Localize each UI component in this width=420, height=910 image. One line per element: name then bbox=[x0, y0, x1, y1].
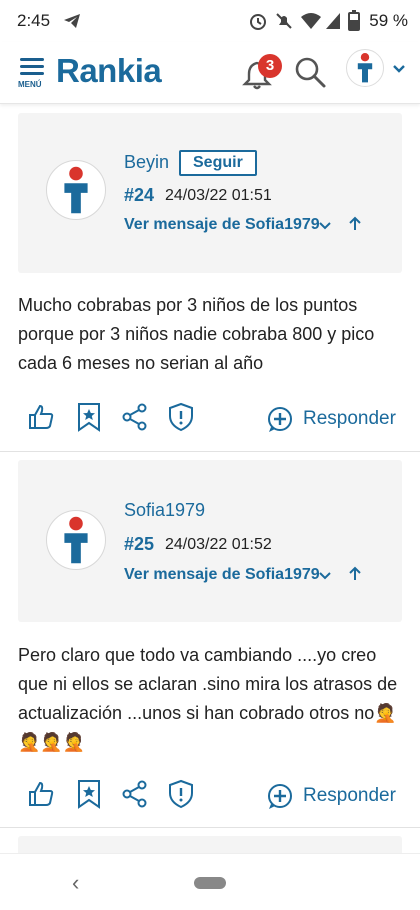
respond-button[interactable]: Responder bbox=[266, 403, 406, 435]
post-header-card: Sofia1979 #25 24/03/22 01:52 Ver mensaje… bbox=[18, 460, 402, 622]
notification-badge: 3 bbox=[258, 54, 282, 78]
search-icon[interactable] bbox=[292, 54, 328, 90]
post-username[interactable]: Beyin bbox=[124, 152, 169, 173]
share-icon[interactable] bbox=[120, 402, 150, 432]
post-divider bbox=[0, 827, 420, 828]
post-avatar[interactable] bbox=[46, 510, 106, 570]
add-reply-icon bbox=[268, 407, 292, 432]
post-message: Mucho cobrabas por 3 niños de los puntos… bbox=[18, 295, 375, 373]
share-icon[interactable] bbox=[120, 779, 150, 809]
menu-button[interactable]: MENÚ bbox=[16, 54, 50, 94]
report-shield-icon[interactable] bbox=[166, 402, 196, 432]
post-date: 24/03/22 01:52 bbox=[165, 536, 272, 553]
status-time: 2:45 bbox=[17, 11, 51, 30]
post-header-card: Beyin Seguir #24 24/03/22 01:51 Ver mens… bbox=[18, 113, 402, 273]
like-icon[interactable] bbox=[26, 402, 56, 432]
wifi-icon bbox=[301, 13, 321, 29]
post-number[interactable]: #24 bbox=[124, 185, 154, 206]
chevron-down-icon[interactable] bbox=[318, 220, 332, 232]
arrow-up-icon[interactable] bbox=[348, 566, 362, 582]
menu-bar bbox=[20, 65, 44, 68]
battery-percentage: 59 % bbox=[369, 11, 408, 30]
post-avatar[interactable] bbox=[46, 160, 106, 220]
bookmark-icon[interactable] bbox=[74, 779, 104, 809]
respond-label: Responder bbox=[303, 785, 396, 806]
post-number[interactable]: #25 bbox=[124, 534, 154, 555]
thread-content: Beyin Seguir #24 24/03/22 01:51 Ver mens… bbox=[0, 105, 420, 853]
like-icon[interactable] bbox=[26, 779, 56, 809]
arrow-up-icon[interactable] bbox=[348, 216, 362, 232]
post-header-card bbox=[18, 836, 402, 853]
post-date: 24/03/22 01:51 bbox=[165, 187, 272, 204]
bookmark-icon[interactable] bbox=[74, 402, 104, 432]
post-message: Pero claro que todo va cambiando ....yo … bbox=[18, 645, 398, 752]
user-figure-icon bbox=[64, 516, 88, 564]
home-pill[interactable] bbox=[194, 877, 226, 889]
view-reply-link[interactable]: Ver mensaje de Sofia1979 bbox=[124, 566, 320, 584]
respond-label: Responder bbox=[303, 408, 396, 429]
user-figure-icon bbox=[357, 53, 373, 83]
chevron-down-icon[interactable] bbox=[392, 64, 406, 74]
respond-button[interactable]: Responder bbox=[266, 780, 406, 812]
back-icon[interactable]: ‹ bbox=[72, 870, 79, 896]
add-reply-icon bbox=[268, 784, 292, 809]
menu-bar bbox=[20, 72, 44, 75]
battery-icon bbox=[348, 10, 360, 31]
mute-bell-icon bbox=[276, 13, 292, 29]
alarm-icon bbox=[250, 14, 266, 30]
system-nav-bar: ‹ bbox=[0, 853, 420, 910]
view-reply-link[interactable]: Ver mensaje de Sofia1979 bbox=[124, 216, 320, 234]
top-header: MENÚ Rankia 3 bbox=[0, 42, 420, 104]
notifications-button[interactable]: 3 bbox=[240, 54, 282, 94]
telegram-icon bbox=[64, 14, 80, 28]
menu-bar bbox=[20, 58, 44, 61]
menu-label: MENÚ bbox=[18, 80, 42, 89]
chevron-down-icon[interactable] bbox=[318, 570, 332, 582]
user-avatar[interactable] bbox=[346, 49, 384, 87]
status-bar: 2:45 59 % bbox=[0, 0, 420, 42]
user-figure-icon bbox=[64, 166, 88, 214]
post-divider bbox=[0, 451, 420, 452]
signal-icon bbox=[326, 13, 340, 29]
rankia-logo[interactable]: Rankia bbox=[56, 52, 162, 90]
post-username[interactable]: Sofia1979 bbox=[124, 500, 205, 521]
follow-button[interactable]: Seguir bbox=[179, 150, 257, 176]
report-shield-icon[interactable] bbox=[166, 779, 196, 809]
